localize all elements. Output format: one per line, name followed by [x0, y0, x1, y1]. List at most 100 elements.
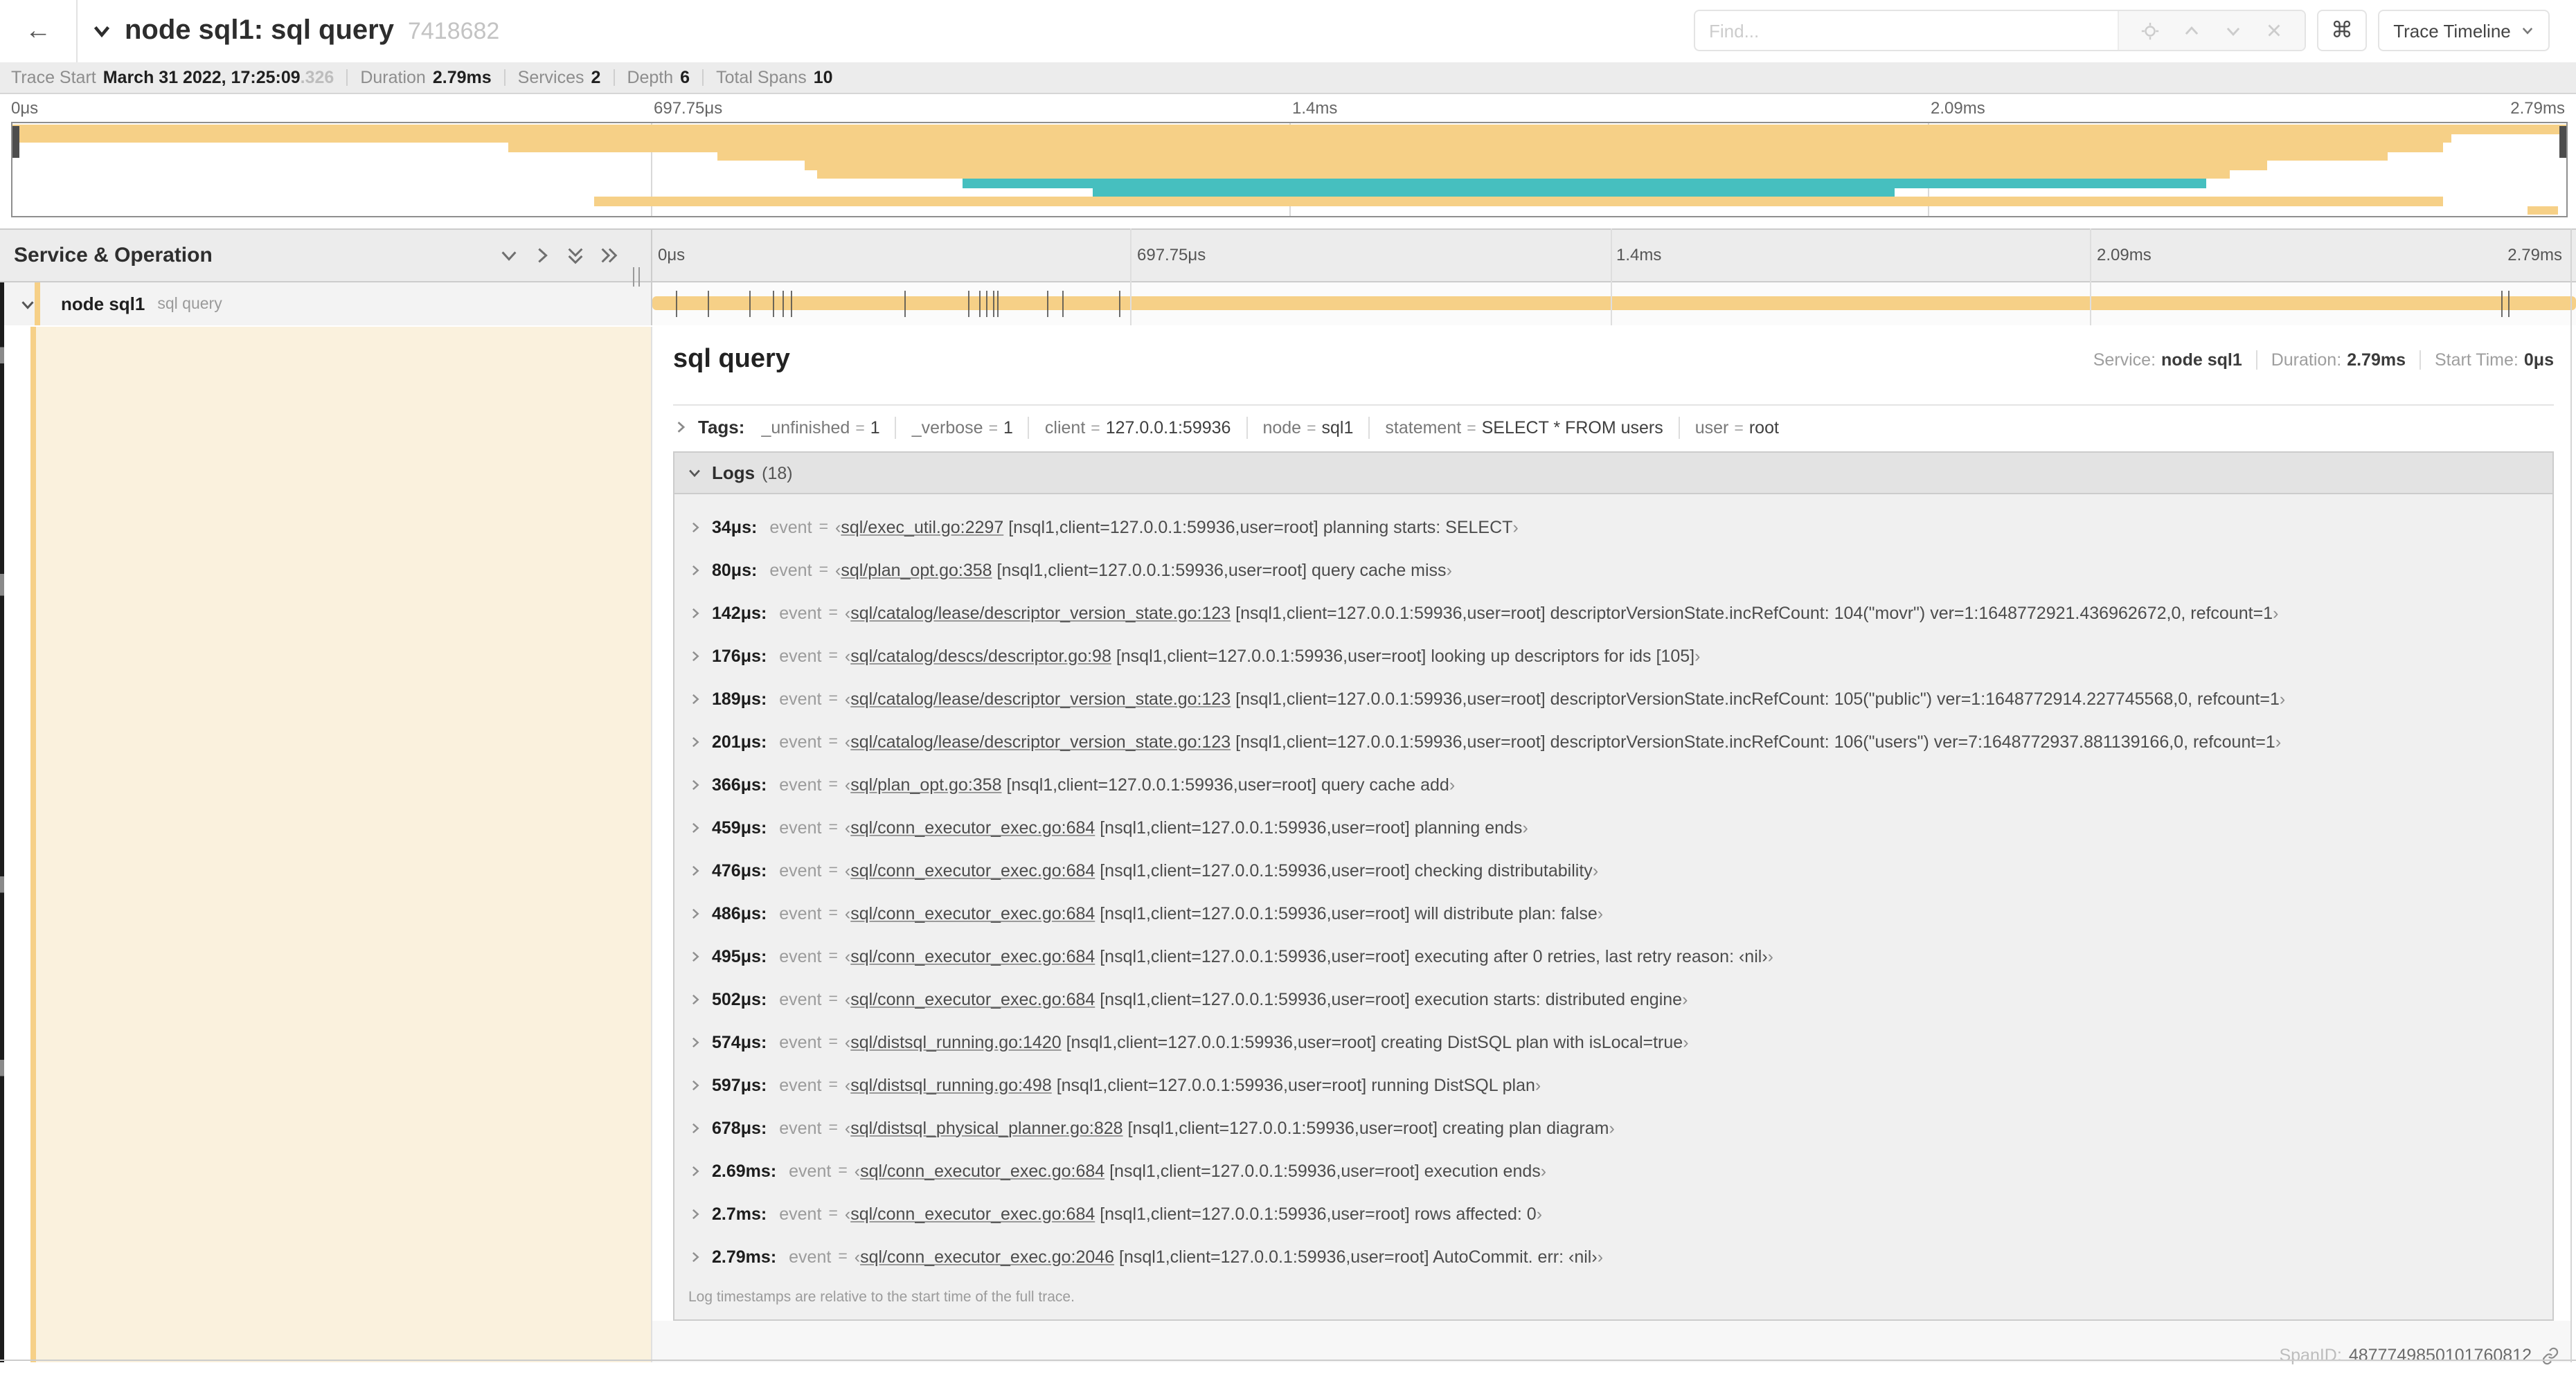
timeline-header-band: Service & Operation 0μs 697.75μs 1.4ms 2… — [0, 228, 2576, 282]
ruler-label: 2.79ms — [2510, 98, 2565, 118]
divider — [702, 69, 704, 86]
log-tick — [1046, 291, 1048, 317]
collapse-trace-icon[interactable] — [91, 21, 112, 42]
log-entry[interactable]: 80μs: event = ‹ sql/plan_opt.go:358 [nsql… — [674, 548, 2552, 591]
trace-stat: Total Spans 10 — [716, 68, 833, 87]
divider — [2255, 350, 2257, 370]
trace-stat: Duration 2.79ms — [360, 68, 492, 87]
log-tick — [986, 291, 988, 317]
start-time-value: 0μs — [2523, 350, 2554, 370]
log-tick — [790, 291, 792, 317]
divider — [895, 416, 897, 438]
log-entry[interactable]: 597μs: event = ‹ sql/distsql_running.go:4… — [674, 1063, 2552, 1106]
log-entry[interactable]: 176μs: event = ‹ sql/catalog/descs/descri… — [674, 634, 2552, 677]
trace-view-selector[interactable]: Trace Timeline — [2378, 10, 2550, 51]
span-row[interactable]: node sql1 sql query — [0, 282, 2576, 325]
timeline-minimap[interactable] — [11, 122, 2568, 217]
minimap-span — [508, 143, 2444, 152]
ruler-label: 0μs — [11, 98, 39, 118]
tag-item: node = sql1 — [1262, 417, 1354, 437]
span-detail-card: sql query Service: node sql1 Duration: 2… — [652, 327, 2570, 1321]
logs-header[interactable]: Logs (18) — [674, 453, 2552, 494]
minimap-right-handle[interactable] — [2559, 126, 2566, 158]
service-value: node sql1 — [2161, 350, 2242, 370]
tags-row[interactable]: Tags: _unfinished = 1 _verbose = 1 client = 12… — [673, 406, 2554, 449]
log-entry[interactable]: 2.69ms: event = ‹ sql/conn_executor_exec.… — [674, 1149, 2552, 1192]
collapse-span-icon[interactable] — [19, 296, 36, 312]
log-tick — [675, 291, 677, 317]
divider — [1028, 416, 1030, 438]
log-tick — [707, 291, 709, 317]
log-entry[interactable]: 2.79ms: event = ‹ sql/conn_executor_exec.… — [674, 1235, 2552, 1278]
next-match-icon[interactable] — [2224, 21, 2242, 39]
log-tick — [749, 291, 751, 317]
expand-all-icon[interactable] — [598, 245, 619, 266]
panel-divider[interactable] — [651, 228, 652, 325]
back-button[interactable]: ← — [0, 0, 78, 62]
span-operation-name: sql query — [157, 296, 222, 312]
start-time-label: Start Time: — [2435, 350, 2519, 370]
ruler-label: 0μs — [658, 245, 686, 264]
span-operation-title: sql query — [673, 345, 790, 374]
log-entry[interactable]: 189μs: event = ‹ sql/catalog/lease/descri… — [674, 677, 2552, 720]
span-detail-header[interactable]: sql query Service: node sql1 Duration: 2… — [673, 327, 2554, 406]
gridline — [1130, 228, 1132, 325]
service-color-accent — [35, 282, 40, 325]
span-detail-panel: sql query Service: node sql1 Duration: 2… — [651, 327, 2570, 1365]
log-entry[interactable]: 574μs: event = ‹ sql/distsql_running.go:1… — [674, 1020, 2552, 1063]
collapse-one-icon[interactable] — [499, 245, 519, 266]
focus-match-icon[interactable] — [2142, 21, 2160, 39]
back-arrow-icon: ← — [25, 16, 51, 45]
minimap-span — [12, 134, 2452, 143]
log-entry[interactable]: 459μs: event = ‹ sql/conn_executor_exec.g… — [674, 806, 2552, 849]
log-entry[interactable]: 476μs: event = ‹ sql/conn_executor_exec.g… — [674, 849, 2552, 892]
tag-item: user = root — [1694, 417, 1779, 437]
log-entry[interactable]: 34μs: event = ‹ sql/exec_util.go:2297 [ns… — [674, 505, 2552, 548]
expand-one-icon[interactable] — [532, 245, 553, 266]
ruler-label: 2.09ms — [1931, 98, 1985, 118]
chevron-right-icon — [688, 1035, 702, 1049]
link-icon[interactable] — [2541, 1346, 2559, 1364]
chevron-right-icon — [673, 419, 688, 435]
log-entry[interactable]: 502μs: event = ‹ sql/conn_executor_exec.g… — [674, 977, 2552, 1020]
trace-stat: Depth 6 — [627, 68, 690, 87]
prev-match-icon[interactable] — [2183, 21, 2201, 39]
ruler-label: 1.4ms — [1292, 98, 1338, 118]
trace-id: 7418682 — [407, 17, 500, 44]
clear-find-icon[interactable] — [2265, 22, 2282, 39]
log-entry[interactable]: 678μs: event = ‹ sql/distsql_physical_pla… — [674, 1106, 2552, 1149]
chevron-right-icon — [688, 992, 702, 1006]
span-row-timeline[interactable] — [651, 282, 2576, 325]
span-row-name-column[interactable]: node sql1 sql query — [4, 282, 651, 325]
log-entry[interactable]: 2.7ms: event = ‹ sql/conn_executor_exec.g… — [674, 1192, 2552, 1235]
log-entry[interactable]: 486μs: event = ‹ sql/conn_executor_exec.g… — [674, 892, 2552, 935]
ruler-label: 2.79ms — [2507, 245, 2562, 264]
log-entry[interactable]: 142μs: event = ‹ sql/catalog/lease/descri… — [674, 591, 2552, 634]
minimap-span — [1093, 188, 1895, 197]
minimap-span — [2528, 206, 2559, 215]
tag-item: statement = SELECT * FROM users — [1385, 417, 1663, 437]
trace-stats-bar: Trace Start March 31 2022, 17:25:09.326 D… — [0, 62, 2576, 94]
collapse-all-icon[interactable] — [565, 245, 586, 266]
chevron-right-icon — [688, 1121, 702, 1135]
row-gutter — [4, 327, 30, 1362]
divider — [346, 69, 348, 86]
command-icon: ⌘ — [2331, 19, 2353, 43]
log-entry[interactable]: 495μs: event = ‹ sql/conn_executor_exec.g… — [674, 935, 2552, 977]
logs-section: Logs (18) 34μs: event = ‹ sql/exec_util.… — [673, 451, 2554, 1321]
tag-item: client = 127.0.0.1:59936 — [1044, 417, 1231, 437]
chevron-right-icon — [688, 520, 702, 534]
log-entry[interactable]: 366μs: event = ‹ sql/plan_opt.go:358 [nsq… — [674, 763, 2552, 806]
trace-stat: Services 2 — [517, 68, 601, 87]
ruler-label: 2.09ms — [2097, 245, 2152, 264]
log-tick — [967, 291, 969, 317]
log-entry[interactable]: 201μs: event = ‹ sql/catalog/lease/descri… — [674, 720, 2552, 763]
column-resize-handle[interactable] — [630, 267, 643, 287]
logs-list: 34μs: event = ‹ sql/exec_util.go:2297 [ns… — [674, 494, 2552, 1278]
keyboard-shortcuts-button[interactable]: ⌘ — [2317, 10, 2367, 51]
find-input[interactable] — [1695, 11, 2118, 50]
minimap-span — [717, 152, 2388, 161]
ruler-label: 1.4ms — [1616, 245, 1662, 264]
divider — [1246, 416, 1248, 438]
minimap-left-handle[interactable] — [12, 126, 19, 158]
